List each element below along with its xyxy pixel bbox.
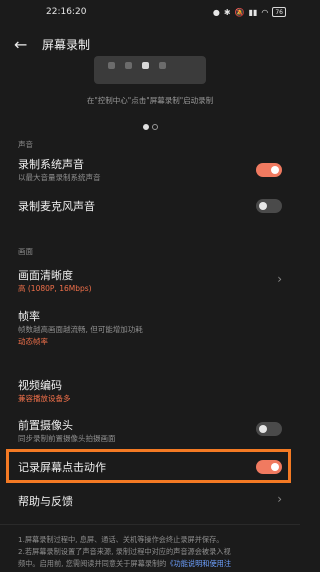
divider <box>0 524 300 525</box>
record-mic-sound-toggle[interactable] <box>256 199 282 213</box>
note-line: 频中。启用前, 您需阅读并同意关于屏幕录制的《功能说明和使用注 <box>18 558 290 570</box>
battery-icon: 76 <box>272 7 286 17</box>
section-sound-header: 声音 <box>18 140 33 149</box>
preview-tile <box>159 62 166 69</box>
note-line: 1.屏幕录制过程中, 息屏、通话、关机等操作会终止录屏并保存。 <box>18 535 224 544</box>
setting-label: 帮助与反馈 <box>18 495 73 508</box>
setting-record-mic-sound[interactable]: 录制麦克风声音 <box>0 192 300 220</box>
bluetooth-icon: ✱ <box>223 7 231 17</box>
back-arrow-icon[interactable]: ← <box>14 35 42 54</box>
chevron-right-icon: › <box>277 272 282 286</box>
status-bar: 22:16:20 ● ✱ 🔕 ▮▮ ◠ 76 <box>0 0 300 24</box>
setting-help-feedback[interactable]: 帮助与反馈 › <box>0 488 300 516</box>
setting-frame-rate[interactable]: 帧率 帧数越高画面越流畅, 但可能增加功耗 动态帧率 <box>0 305 300 347</box>
signal-icon: ▮▮ <box>248 7 258 17</box>
setting-video-codec[interactable]: 视频编码 兼容播放设备多 <box>0 373 300 407</box>
mute-icon: 🔕 <box>234 7 245 17</box>
screen-record-tile-icon <box>142 62 149 69</box>
preview-caption: 在"控制中心"点击"屏幕录制"启动录制 <box>86 96 214 105</box>
setting-value: 兼容播放设备多 <box>18 394 71 403</box>
front-camera-toggle[interactable] <box>256 422 282 436</box>
usage-instructions-link[interactable]: 《功能说明和使用注 <box>166 559 231 568</box>
setting-label: 帧率 <box>18 310 40 323</box>
setting-record-system-sound[interactable]: 录制系统声音 以最大音量录制系统声音 <box>0 152 300 188</box>
setting-label: 画面清晰度 <box>18 269 73 282</box>
note-text: 频中。启用前, 您需阅读并同意关于屏幕录制的 <box>18 559 167 568</box>
setting-description: 帧数越高画面越流畅, 但可能增加功耗 <box>18 325 143 334</box>
setting-description: 同步录制前置摄像头拍摄画面 <box>18 434 116 443</box>
chevron-right-icon: › <box>277 492 282 506</box>
highlight-box <box>6 449 291 483</box>
wifi-icon: ◠ <box>261 7 269 17</box>
setting-resolution[interactable]: 画面清晰度 高 (1080P, 16Mbps) › <box>0 263 300 297</box>
note-line: 2.若屏幕录制设置了声音来源, 录制过程中对应的声音源会被录入视 <box>18 547 231 556</box>
page-title: 屏幕录制 <box>42 37 91 52</box>
setting-label: 录制麦克风声音 <box>18 200 95 213</box>
section-picture-header: 画面 <box>18 247 33 256</box>
notification-icon: ● <box>212 7 220 17</box>
setting-value: 高 (1080P, 16Mbps) <box>18 284 92 293</box>
setting-label: 前置摄像头 <box>18 419 73 432</box>
setting-front-camera[interactable]: 前置摄像头 同步录制前置摄像头拍摄画面 <box>0 413 300 447</box>
preview-tile <box>108 62 115 69</box>
control-center-preview <box>94 56 206 84</box>
setting-value: 动态帧率 <box>18 337 48 346</box>
page-indicator <box>0 124 300 130</box>
setting-label: 录制系统声音 <box>18 158 84 171</box>
setting-label: 视频编码 <box>18 379 62 392</box>
setting-description: 以最大音量录制系统声音 <box>18 173 101 182</box>
status-icons: ● ✱ 🔕 ▮▮ ◠ 76 <box>213 7 286 17</box>
preview-tile <box>125 62 132 69</box>
record-system-sound-toggle[interactable] <box>256 163 282 177</box>
clock: 22:16:20 <box>46 7 87 17</box>
notes: 1.屏幕录制过程中, 息屏、通话、关机等操作会终止录屏并保存。 2.若屏幕录制设… <box>18 534 290 570</box>
page-dot <box>151 124 158 130</box>
page-dot-active <box>142 124 149 130</box>
